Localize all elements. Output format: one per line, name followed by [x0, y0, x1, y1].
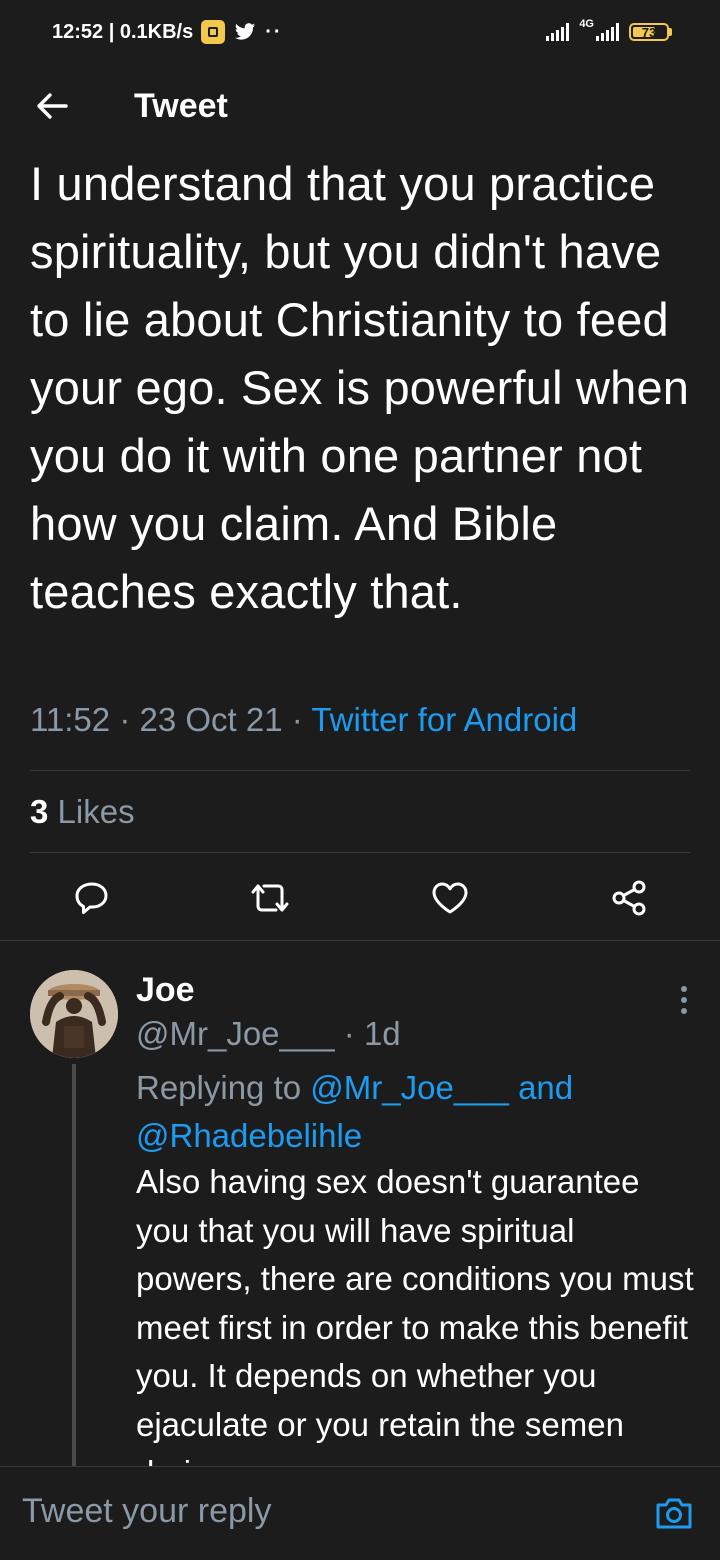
status-right: 4G 73 [546, 18, 672, 46]
reply-age: · 1d [343, 1015, 401, 1052]
replying-to-line: Replying to @Mr_Joe___ and @Rhadebelihle [136, 1064, 696, 1160]
divider [30, 852, 690, 853]
divider [0, 940, 720, 941]
tweet-date: 23 Oct 21 [139, 701, 283, 738]
battery-cap [669, 28, 672, 36]
tweet-meta: 11:52 · 23 Oct 21 · Twitter for Android [30, 698, 577, 742]
camera-icon[interactable] [652, 1491, 696, 1535]
signal-bars-icon [546, 23, 570, 41]
tweet-text: I understand that you practice spiritual… [30, 157, 690, 618]
thread-line [72, 1064, 76, 1484]
app-screen: 12:52 | 0.1KB/s ·· 4G 73 Tweet I underst… [0, 0, 720, 1560]
reply-author-handle[interactable]: @Mr_Joe___ [136, 1015, 335, 1052]
reply-text: Also having sex doesn't guarantee you th… [136, 1163, 694, 1491]
status-more-dots: ·· [265, 20, 283, 43]
battery-level: 73 [641, 24, 657, 40]
meta-separator: · [119, 701, 131, 738]
avatar-image [30, 970, 118, 1058]
avatar[interactable] [30, 970, 118, 1058]
share-icon[interactable] [608, 876, 652, 920]
status-time-speed: 12:52 | 0.1KB/s [52, 20, 194, 43]
reply-author-meta: @Mr_Joe___ · 1d [136, 1012, 401, 1056]
mention-link[interactable]: @Mr_Joe___ [310, 1069, 509, 1106]
reply-composer [0, 1466, 720, 1560]
battery-indicator: 73 [629, 23, 672, 41]
tweet-action-bar [0, 870, 720, 926]
signal-bars-icon-2 [596, 23, 619, 41]
meta-separator-2: · [291, 701, 303, 738]
status-left: 12:52 | 0.1KB/s ·· [52, 18, 283, 46]
retweet-icon[interactable] [248, 876, 292, 920]
like-icon[interactable] [428, 876, 472, 920]
battery-icon: 73 [629, 23, 669, 41]
mention-link[interactable]: @Rhadebelihle [136, 1117, 362, 1154]
likes-count: 3 [30, 793, 49, 830]
likes-count-link[interactable]: 3 Likes [30, 790, 135, 834]
divider [30, 770, 690, 771]
twitter-bird-icon [235, 23, 256, 40]
reply-input[interactable] [22, 1487, 622, 1535]
and-label[interactable]: and [518, 1069, 573, 1106]
replying-to-label: Replying to [136, 1069, 302, 1106]
tweet-time: 11:52 [30, 701, 111, 738]
page-title: Tweet [134, 87, 228, 125]
tweet-source-link[interactable]: Twitter for Android [311, 701, 577, 738]
network-type: 4G [579, 18, 594, 30]
status-bar: 12:52 | 0.1KB/s ·· 4G 73 [0, 0, 720, 64]
more-vertical-icon[interactable] [664, 980, 704, 1020]
reply-icon[interactable] [70, 876, 114, 920]
reply-author-name[interactable]: Joe [136, 968, 195, 1012]
app-notification-icon [201, 20, 226, 44]
likes-label: Likes [57, 793, 135, 830]
top-app-bar: Tweet [0, 64, 720, 150]
bottom-edge [0, 1552, 720, 1560]
back-arrow-icon[interactable] [30, 84, 74, 128]
